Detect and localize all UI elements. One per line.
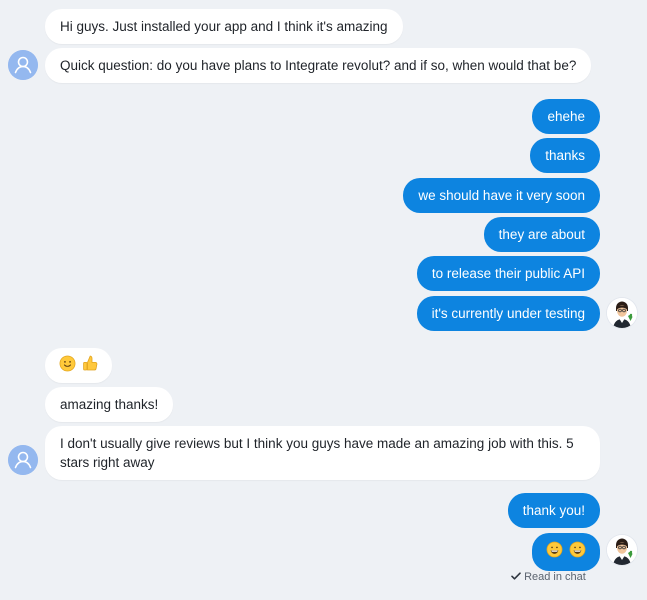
agent-avatar xyxy=(607,298,637,328)
outgoing-emoji-bubble xyxy=(532,533,600,571)
message-text: amazing thanks! xyxy=(60,397,159,412)
user-avatar xyxy=(8,50,38,80)
message-text: Hi guys. Just installed your app and I t… xyxy=(60,19,388,34)
message-text: it's currently under testing xyxy=(431,306,585,321)
grinning-face-emoji-icon xyxy=(546,541,563,558)
outgoing-message-bubble: thank you! xyxy=(507,493,600,528)
incoming-message-bubble: Hi guys. Just installed your app and I t… xyxy=(45,9,403,44)
outgoing-message-bubble: it's currently under testing xyxy=(416,296,600,331)
message-text: thank you! xyxy=(522,503,585,518)
message-text: I don't usually give reviews but I think… xyxy=(60,436,574,470)
message-text: they are about xyxy=(498,227,585,242)
outgoing-message-bubble: we should have it very soon xyxy=(403,178,600,213)
message-text: Quick question: do you have plans to Int… xyxy=(60,58,577,73)
user-avatar xyxy=(8,445,38,475)
incoming-emoji-bubble xyxy=(45,348,112,383)
read-receipt-text: Read in chat xyxy=(524,571,586,583)
message-text: we should have it very soon xyxy=(418,188,585,203)
message-text: ehehe xyxy=(547,109,585,124)
incoming-message-bubble: amazing thanks! xyxy=(45,387,174,422)
incoming-message-bubble: I don't usually give reviews but I think… xyxy=(45,426,600,480)
message-text: thanks xyxy=(545,148,585,163)
message-text: to release their public API xyxy=(431,266,585,281)
thumbs-up-emoji-icon xyxy=(83,355,98,371)
outgoing-message-bubble: thanks xyxy=(530,138,600,173)
checkmark-icon xyxy=(511,572,521,580)
agent-avatar xyxy=(607,535,637,565)
agent-avatar-icon xyxy=(607,298,637,328)
read-receipt: Read in chat xyxy=(511,571,586,583)
slightly-smiling-face-emoji-icon xyxy=(59,355,76,371)
outgoing-message-bubble: to release their public API xyxy=(416,256,600,291)
grinning-face-emoji-icon xyxy=(569,541,586,558)
incoming-message-bubble: Quick question: do you have plans to Int… xyxy=(45,48,592,83)
chat-transcript: Hi guys. Just installed your app and I t… xyxy=(0,0,647,600)
user-avatar-icon xyxy=(8,445,38,475)
user-avatar-icon xyxy=(8,50,38,80)
outgoing-message-bubble: ehehe xyxy=(532,99,600,134)
agent-avatar-icon xyxy=(607,535,637,565)
outgoing-message-bubble: they are about xyxy=(483,217,600,252)
